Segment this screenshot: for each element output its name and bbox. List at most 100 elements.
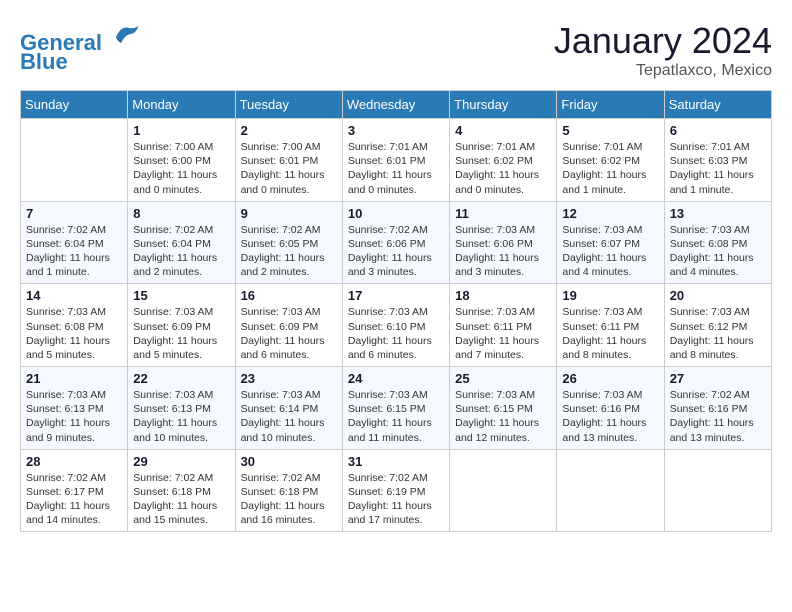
day-number: 2 bbox=[241, 123, 337, 138]
calendar-cell: 5 Sunrise: 7:01 AM Sunset: 6:02 PM Dayli… bbox=[557, 119, 664, 202]
calendar-cell: 28 Sunrise: 7:02 AM Sunset: 6:17 PM Dayl… bbox=[21, 449, 128, 532]
day-info: Sunrise: 7:02 AM Sunset: 6:16 PM Dayligh… bbox=[670, 388, 766, 445]
sunset-label: Sunset: 6:08 PM bbox=[670, 238, 748, 250]
sunrise-label: Sunrise: 7:03 AM bbox=[26, 389, 106, 401]
sunrise-label: Sunrise: 7:03 AM bbox=[241, 306, 321, 318]
calendar-cell: 2 Sunrise: 7:00 AM Sunset: 6:01 PM Dayli… bbox=[235, 119, 342, 202]
logo: General Blue bbox=[20, 20, 140, 75]
sunset-label: Sunset: 6:14 PM bbox=[241, 403, 319, 415]
daylight-label: Daylight: 11 hours and 0 minutes. bbox=[241, 169, 325, 195]
daylight-label: Daylight: 11 hours and 6 minutes. bbox=[241, 335, 325, 361]
day-number: 27 bbox=[670, 371, 766, 386]
sunset-label: Sunset: 6:04 PM bbox=[26, 238, 104, 250]
calendar-cell: 26 Sunrise: 7:03 AM Sunset: 6:16 PM Dayl… bbox=[557, 367, 664, 450]
day-info: Sunrise: 7:02 AM Sunset: 6:17 PM Dayligh… bbox=[26, 471, 122, 528]
calendar-cell: 1 Sunrise: 7:00 AM Sunset: 6:00 PM Dayli… bbox=[128, 119, 235, 202]
calendar-table: SundayMondayTuesdayWednesdayThursdayFrid… bbox=[20, 90, 772, 532]
day-info: Sunrise: 7:01 AM Sunset: 6:02 PM Dayligh… bbox=[455, 140, 551, 197]
sunset-label: Sunset: 6:05 PM bbox=[241, 238, 319, 250]
sunrise-label: Sunrise: 7:03 AM bbox=[241, 389, 321, 401]
calendar-week-2: 7 Sunrise: 7:02 AM Sunset: 6:04 PM Dayli… bbox=[21, 201, 772, 284]
sunrise-label: Sunrise: 7:02 AM bbox=[348, 472, 428, 484]
sunset-label: Sunset: 6:10 PM bbox=[348, 321, 426, 333]
day-number: 18 bbox=[455, 288, 551, 303]
daylight-label: Daylight: 11 hours and 8 minutes. bbox=[670, 335, 754, 361]
daylight-label: Daylight: 11 hours and 3 minutes. bbox=[455, 252, 539, 278]
daylight-label: Daylight: 11 hours and 17 minutes. bbox=[348, 500, 432, 526]
daylight-label: Daylight: 11 hours and 15 minutes. bbox=[133, 500, 217, 526]
sunset-label: Sunset: 6:11 PM bbox=[562, 321, 639, 333]
calendar-cell: 15 Sunrise: 7:03 AM Sunset: 6:09 PM Dayl… bbox=[128, 284, 235, 367]
day-number: 20 bbox=[670, 288, 766, 303]
daylight-label: Daylight: 11 hours and 16 minutes. bbox=[241, 500, 325, 526]
calendar-cell bbox=[557, 449, 664, 532]
day-info: Sunrise: 7:03 AM Sunset: 6:11 PM Dayligh… bbox=[562, 305, 658, 362]
day-info: Sunrise: 7:03 AM Sunset: 6:14 PM Dayligh… bbox=[241, 388, 337, 445]
daylight-label: Daylight: 11 hours and 10 minutes. bbox=[241, 417, 325, 443]
day-info: Sunrise: 7:02 AM Sunset: 6:06 PM Dayligh… bbox=[348, 223, 444, 280]
daylight-label: Daylight: 11 hours and 11 minutes. bbox=[348, 417, 432, 443]
day-number: 3 bbox=[348, 123, 444, 138]
sunset-label: Sunset: 6:03 PM bbox=[670, 155, 748, 167]
day-info: Sunrise: 7:01 AM Sunset: 6:02 PM Dayligh… bbox=[562, 140, 658, 197]
daylight-label: Daylight: 11 hours and 4 minutes. bbox=[670, 252, 754, 278]
day-info: Sunrise: 7:03 AM Sunset: 6:15 PM Dayligh… bbox=[455, 388, 551, 445]
calendar-cell: 4 Sunrise: 7:01 AM Sunset: 6:02 PM Dayli… bbox=[450, 119, 557, 202]
sunrise-label: Sunrise: 7:02 AM bbox=[26, 472, 106, 484]
day-number: 6 bbox=[670, 123, 766, 138]
daylight-label: Daylight: 11 hours and 8 minutes. bbox=[562, 335, 646, 361]
sunrise-label: Sunrise: 7:02 AM bbox=[241, 224, 321, 236]
daylight-label: Daylight: 11 hours and 3 minutes. bbox=[348, 252, 432, 278]
calendar-cell: 3 Sunrise: 7:01 AM Sunset: 6:01 PM Dayli… bbox=[342, 119, 449, 202]
sunset-label: Sunset: 6:04 PM bbox=[133, 238, 211, 250]
sunset-label: Sunset: 6:06 PM bbox=[348, 238, 426, 250]
day-info: Sunrise: 7:03 AM Sunset: 6:13 PM Dayligh… bbox=[26, 388, 122, 445]
sunset-label: Sunset: 6:15 PM bbox=[455, 403, 533, 415]
sunset-label: Sunset: 6:18 PM bbox=[241, 486, 319, 498]
sunset-label: Sunset: 6:01 PM bbox=[241, 155, 319, 167]
day-number: 15 bbox=[133, 288, 229, 303]
sunset-label: Sunset: 6:06 PM bbox=[455, 238, 533, 250]
sunset-label: Sunset: 6:17 PM bbox=[26, 486, 104, 498]
calendar-cell: 16 Sunrise: 7:03 AM Sunset: 6:09 PM Dayl… bbox=[235, 284, 342, 367]
calendar-cell: 9 Sunrise: 7:02 AM Sunset: 6:05 PM Dayli… bbox=[235, 201, 342, 284]
day-number: 14 bbox=[26, 288, 122, 303]
sunrise-label: Sunrise: 7:02 AM bbox=[348, 224, 428, 236]
sunrise-label: Sunrise: 7:03 AM bbox=[562, 306, 642, 318]
calendar-cell bbox=[21, 119, 128, 202]
calendar-cell: 22 Sunrise: 7:03 AM Sunset: 6:13 PM Dayl… bbox=[128, 367, 235, 450]
day-number: 11 bbox=[455, 206, 551, 221]
day-number: 7 bbox=[26, 206, 122, 221]
sunrise-label: Sunrise: 7:03 AM bbox=[455, 306, 535, 318]
sunset-label: Sunset: 6:18 PM bbox=[133, 486, 211, 498]
sunrise-label: Sunrise: 7:02 AM bbox=[241, 472, 321, 484]
calendar-header-row: SundayMondayTuesdayWednesdayThursdayFrid… bbox=[21, 91, 772, 119]
day-number: 13 bbox=[670, 206, 766, 221]
sunrise-label: Sunrise: 7:03 AM bbox=[26, 306, 106, 318]
day-info: Sunrise: 7:01 AM Sunset: 6:01 PM Dayligh… bbox=[348, 140, 444, 197]
daylight-label: Daylight: 11 hours and 5 minutes. bbox=[133, 335, 217, 361]
calendar-cell: 21 Sunrise: 7:03 AM Sunset: 6:13 PM Dayl… bbox=[21, 367, 128, 450]
calendar-cell: 24 Sunrise: 7:03 AM Sunset: 6:15 PM Dayl… bbox=[342, 367, 449, 450]
day-info: Sunrise: 7:02 AM Sunset: 6:18 PM Dayligh… bbox=[241, 471, 337, 528]
calendar-cell: 7 Sunrise: 7:02 AM Sunset: 6:04 PM Dayli… bbox=[21, 201, 128, 284]
sunset-label: Sunset: 6:01 PM bbox=[348, 155, 426, 167]
calendar-cell bbox=[664, 449, 771, 532]
daylight-label: Daylight: 11 hours and 12 minutes. bbox=[455, 417, 539, 443]
day-info: Sunrise: 7:03 AM Sunset: 6:15 PM Dayligh… bbox=[348, 388, 444, 445]
sunrise-label: Sunrise: 7:00 AM bbox=[241, 141, 321, 153]
sunset-label: Sunset: 6:13 PM bbox=[26, 403, 104, 415]
daylight-label: Daylight: 11 hours and 14 minutes. bbox=[26, 500, 110, 526]
day-info: Sunrise: 7:02 AM Sunset: 6:04 PM Dayligh… bbox=[133, 223, 229, 280]
daylight-label: Daylight: 11 hours and 1 minute. bbox=[670, 169, 754, 195]
location: Tepatlaxco, Mexico bbox=[554, 62, 772, 80]
title-area: January 2024 Tepatlaxco, Mexico bbox=[554, 20, 772, 80]
calendar-cell: 12 Sunrise: 7:03 AM Sunset: 6:07 PM Dayl… bbox=[557, 201, 664, 284]
sunset-label: Sunset: 6:12 PM bbox=[670, 321, 748, 333]
day-header-saturday: Saturday bbox=[664, 91, 771, 119]
daylight-label: Daylight: 11 hours and 13 minutes. bbox=[670, 417, 754, 443]
sunrise-label: Sunrise: 7:03 AM bbox=[455, 389, 535, 401]
day-info: Sunrise: 7:02 AM Sunset: 6:04 PM Dayligh… bbox=[26, 223, 122, 280]
day-info: Sunrise: 7:03 AM Sunset: 6:09 PM Dayligh… bbox=[133, 305, 229, 362]
day-info: Sunrise: 7:00 AM Sunset: 6:00 PM Dayligh… bbox=[133, 140, 229, 197]
